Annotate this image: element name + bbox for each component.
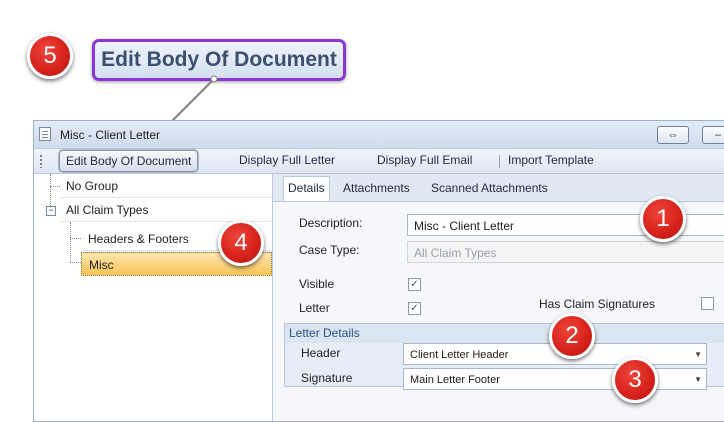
minimize-button[interactable]: – bbox=[702, 126, 724, 144]
badge-number: 1 bbox=[656, 205, 670, 232]
tab-details[interactable]: Details bbox=[283, 176, 330, 201]
visible-checkbox[interactable]: ✓ bbox=[408, 278, 421, 291]
edit-body-button[interactable]: Edit Body Of Document bbox=[59, 150, 199, 172]
letter-details-group: Letter Details Header Client Letter Head… bbox=[284, 323, 724, 390]
callout-badge-4: 4 bbox=[218, 220, 264, 266]
visible-label: Visible bbox=[299, 277, 335, 291]
letter-details-body: Header Client Letter Header ▼ Signature … bbox=[285, 343, 724, 390]
display-full-email-button[interactable]: Display Full Email bbox=[377, 153, 472, 167]
tree-connector bbox=[50, 186, 60, 187]
header-select-value: Client Letter Header bbox=[410, 349, 509, 361]
display-full-letter-button[interactable]: Display Full Letter bbox=[239, 153, 335, 167]
chevron-down-icon: ▼ bbox=[694, 375, 702, 384]
has-claim-signatures-label: Has Claim Signatures bbox=[539, 297, 656, 311]
badge-number: 4 bbox=[234, 229, 248, 256]
minimize-icon: – bbox=[714, 129, 722, 141]
badge-number: 2 bbox=[565, 322, 579, 349]
toolbar: Edit Body Of Document Display Full Lette… bbox=[34, 149, 724, 174]
swap-window-button[interactable]: ⇔ bbox=[657, 126, 689, 144]
tree-item-no-group[interactable]: No Group bbox=[60, 174, 272, 198]
toolbar-grip-icon[interactable] bbox=[40, 155, 42, 168]
title-bar: Misc - Client Letter ⇔ – bbox=[34, 121, 724, 149]
callout-badge-2: 2 bbox=[549, 313, 595, 359]
swap-arrows-icon: ⇔ bbox=[667, 129, 679, 141]
import-template-button[interactable]: Import Template bbox=[508, 153, 594, 167]
signature-select-value: Main Letter Footer bbox=[410, 374, 500, 386]
has-claim-signatures-checkbox[interactable] bbox=[701, 297, 714, 310]
toolbar-separator bbox=[499, 155, 500, 168]
case-type-label: Case Type: bbox=[299, 243, 360, 257]
letter-checkbox[interactable]: ✓ bbox=[408, 302, 421, 315]
letter-details-title: Letter Details bbox=[289, 326, 360, 340]
window-title: Misc - Client Letter bbox=[60, 128, 161, 142]
letter-label: Letter bbox=[299, 301, 330, 315]
tab-attachments[interactable]: Attachments bbox=[343, 181, 410, 195]
tree-connector bbox=[70, 262, 81, 263]
signature-select[interactable]: Main Letter Footer ▼ bbox=[403, 368, 707, 390]
tree-connector bbox=[70, 222, 71, 262]
tab-scanned-attachments[interactable]: Scanned Attachments bbox=[431, 181, 548, 195]
tree-item-all-claim-types[interactable]: All Claim Types bbox=[60, 198, 272, 222]
tree-connector bbox=[70, 238, 81, 239]
callout-badge-1: 1 bbox=[640, 196, 686, 242]
collapse-icon[interactable]: − bbox=[46, 206, 56, 216]
description-label: Description: bbox=[299, 216, 363, 230]
chevron-down-icon: ▼ bbox=[694, 350, 702, 359]
template-tree: No Group All Claim Types − Headers & Foo… bbox=[34, 174, 273, 421]
document-icon bbox=[39, 127, 51, 141]
badge-number: 3 bbox=[628, 366, 642, 393]
header-label: Header bbox=[301, 346, 341, 360]
signature-label: Signature bbox=[301, 371, 353, 385]
callout-badge-3: 3 bbox=[612, 357, 658, 403]
case-type-input[interactable]: All Claim Types bbox=[407, 241, 724, 263]
